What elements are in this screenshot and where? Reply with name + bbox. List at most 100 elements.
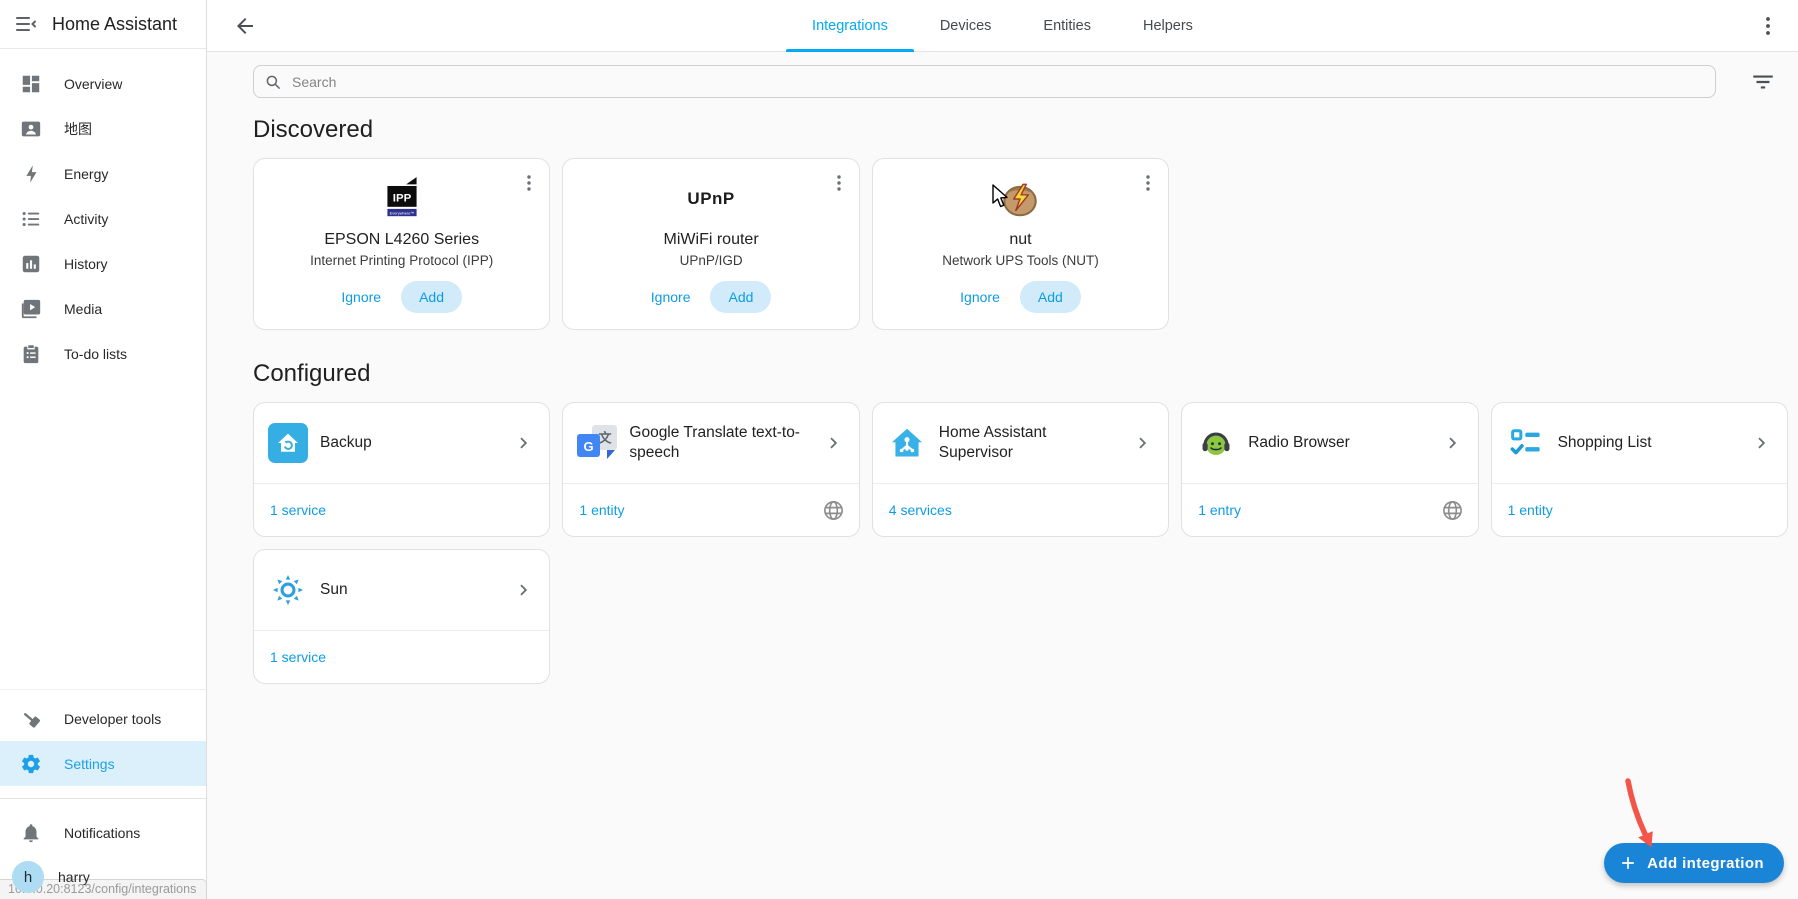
integration-name: Home Assistant Supervisor: [938, 423, 1047, 461]
chevron-right-icon: [513, 432, 535, 454]
card-actions: Ignore Add: [341, 281, 462, 313]
integration-card-footer: 1 service: [254, 484, 549, 536]
add-button[interactable]: Add: [710, 281, 772, 313]
integration-card-header[interactable]: Shopping List: [1492, 403, 1787, 483]
home-assistant-logo: [887, 423, 927, 463]
sidebar-item-activity[interactable]: Activity: [0, 196, 206, 241]
integration-name: Google Translate text-to-speech: [629, 423, 800, 461]
back-arrow-icon[interactable]: [233, 14, 257, 38]
svg-text:IPP: IPP: [392, 193, 411, 205]
integration-card-header[interactable]: Home Assistant Supervisor: [873, 403, 1168, 483]
add-button[interactable]: Add: [401, 281, 462, 313]
sidebar-item-todo-lists[interactable]: To-do lists: [0, 331, 206, 376]
entries-link[interactable]: 1 entry: [1198, 502, 1241, 518]
filter-icon[interactable]: [1750, 69, 1776, 95]
integration-card-header[interactable]: Backup: [254, 403, 549, 483]
sidebar-item-media[interactable]: Media: [0, 286, 206, 331]
configured-section-title: Configured: [253, 360, 371, 387]
media-play-icon: [20, 298, 42, 320]
overflow-menu-icon[interactable]: [1756, 14, 1780, 38]
card-kebab-icon[interactable]: [517, 171, 541, 195]
services-link[interactable]: 1 service: [270, 649, 326, 665]
integration-card-header[interactable]: Radio Browser: [1182, 403, 1477, 483]
ipp-logo: IPP Everywhere™: [379, 171, 425, 227]
sidebar-item-developer-tools[interactable]: Developer tools: [0, 696, 206, 741]
discovered-section-title: Discovered: [253, 116, 374, 143]
sidebar-nav: Overview 地图 Energy Activity History Medi…: [0, 49, 206, 376]
sidebar-toggle-icon[interactable]: [14, 12, 38, 36]
tab-entities[interactable]: Entities: [1017, 0, 1117, 52]
chevron-right-icon: [1442, 432, 1464, 454]
sidebar-header: Home Assistant: [0, 0, 206, 49]
ignore-button[interactable]: Ignore: [341, 289, 381, 305]
tab-integrations[interactable]: Integrations: [786, 0, 914, 52]
ignore-button[interactable]: Ignore: [651, 289, 691, 305]
toolbar: Integrations Devices Entities Helpers: [207, 0, 1798, 52]
svg-text:G: G: [584, 439, 594, 454]
sidebar-item-label: 地图: [64, 120, 92, 137]
clipboard-list-icon: [20, 343, 42, 365]
search-icon: [266, 75, 280, 89]
sidebar-item-label: Notifications: [64, 825, 141, 841]
services-link[interactable]: 4 services: [889, 502, 952, 518]
integration-card-google-translate: 文G Google Translate text-to-speech 1 ent…: [562, 402, 860, 537]
sidebar-item-map[interactable]: 地图: [0, 106, 206, 151]
gear-icon: [20, 753, 42, 775]
bar-chart-icon: [20, 253, 42, 275]
search-field[interactable]: [253, 65, 1716, 98]
tab-helpers[interactable]: Helpers: [1117, 0, 1219, 52]
sidebar-item-label: Activity: [64, 210, 109, 227]
card-kebab-icon[interactable]: [1136, 171, 1160, 195]
integration-description: Internet Printing Protocol (IPP): [310, 253, 494, 268]
entities-link[interactable]: 1 entity: [1508, 502, 1553, 518]
svg-text:Everywhere™: Everywhere™: [389, 210, 414, 215]
integration-name: MiWiFi router: [663, 231, 759, 248]
upnp-logo: UPnP: [687, 171, 734, 227]
sidebar-item-label: Overview: [64, 75, 123, 92]
integration-card-radio-browser: Radio Browser 1 entry: [1181, 402, 1479, 537]
user-profile[interactable]: h harry: [0, 855, 206, 899]
integration-card-header[interactable]: Sun: [254, 550, 549, 630]
bell-icon: [20, 822, 42, 844]
add-integration-button[interactable]: Add integration: [1604, 843, 1784, 883]
sidebar-item-overview[interactable]: Overview: [0, 61, 206, 106]
sidebar-item-label: Settings: [64, 755, 115, 772]
sidebar-item-settings[interactable]: Settings: [0, 741, 206, 786]
sidebar-item-label: History: [64, 255, 108, 272]
integration-card-backup: Backup 1 service: [253, 402, 551, 537]
sidebar-item-energy[interactable]: Energy: [0, 151, 206, 196]
entities-link[interactable]: 1 service: [270, 502, 326, 518]
entities-link[interactable]: 1 entity: [579, 502, 624, 518]
sidebar-item-notifications[interactable]: Notifications: [0, 811, 206, 855]
sidebar-item-label: Energy: [64, 165, 109, 182]
google-translate-logo: 文G: [577, 423, 618, 463]
add-integration-label: Add integration: [1647, 854, 1764, 872]
ignore-button[interactable]: Ignore: [960, 289, 1000, 305]
discovered-card-upnp: UPnP MiWiFi router UPnP/IGD Ignore Add: [562, 158, 860, 330]
chevron-right-icon: [1132, 432, 1154, 454]
integration-card-header[interactable]: 文G Google Translate text-to-speech: [563, 403, 858, 483]
app-title: Home Assistant: [52, 13, 178, 34]
add-button[interactable]: Add: [1019, 281, 1081, 313]
chevron-right-icon: [823, 432, 845, 454]
integration-card-ha-supervisor: Home Assistant Supervisor 4 services: [871, 402, 1170, 537]
integration-card-footer: 1 service: [254, 631, 549, 683]
integration-name: Radio Browser: [1248, 433, 1350, 451]
integration-card-footer: 1 entity: [1492, 484, 1787, 536]
hammer-icon: [20, 708, 42, 730]
integration-name: EPSON L4260 Series: [324, 231, 480, 248]
sidebar-item-label: To-do lists: [64, 345, 128, 362]
plus-icon: [1622, 857, 1635, 869]
map-person-icon: [20, 118, 42, 140]
integration-description: Network UPS Tools (NUT): [942, 253, 1099, 268]
backup-logo: [268, 423, 308, 463]
discovered-card-nut: nut Network UPS Tools (NUT) Ignore Add: [871, 158, 1170, 330]
integration-description: UPnP/IGD: [679, 253, 743, 268]
dashboard-icon: [20, 73, 42, 95]
integration-card-sun: Sun 1 service: [253, 549, 551, 684]
sidebar-item-history[interactable]: History: [0, 241, 206, 286]
tab-devices[interactable]: Devices: [914, 0, 1018, 52]
search-input[interactable]: [292, 73, 1705, 90]
card-kebab-icon[interactable]: [827, 171, 851, 195]
